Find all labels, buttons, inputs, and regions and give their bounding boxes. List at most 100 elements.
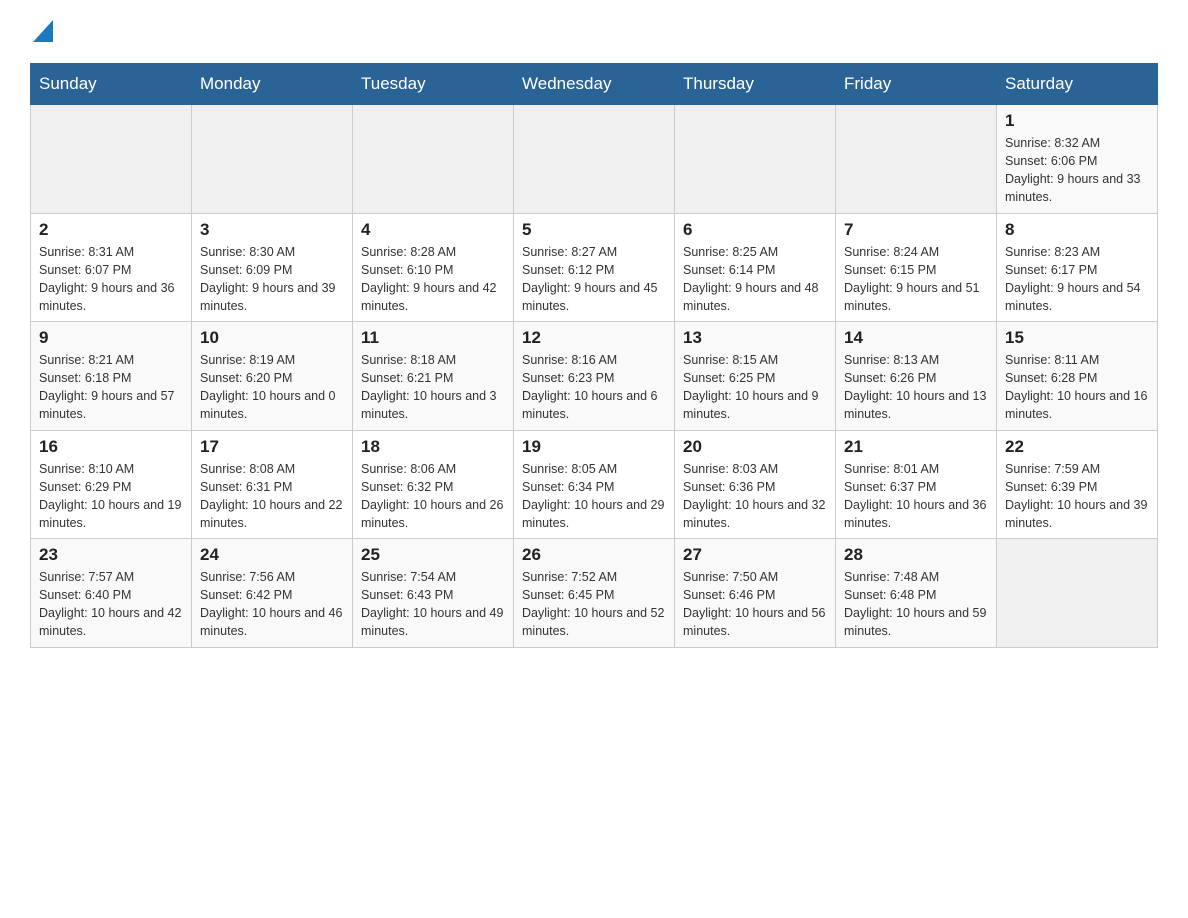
- day-number: 12: [522, 328, 666, 348]
- calendar-cell: [31, 105, 192, 214]
- calendar-header-saturday: Saturday: [997, 64, 1158, 105]
- calendar-cell: 16Sunrise: 8:10 AM Sunset: 6:29 PM Dayli…: [31, 430, 192, 539]
- calendar-cell: 15 Sunrise: 8:11 AM Sunset: 6:28 PM Dayli…: [997, 322, 1158, 431]
- day-info: Sunrise: 8:05 AM Sunset: 6:34 PM Dayligh…: [522, 460, 666, 533]
- calendar-cell: 12 Sunrise: 8:16 AM Sunset: 6:23 PM Dayli…: [514, 322, 675, 431]
- day-info: Sunrise: 8:19 AM Sunset: 6:20 PM Dayligh…: [200, 351, 344, 424]
- day-info: Sunrise: 8:03 AM Sunset: 6:36 PM Dayligh…: [683, 460, 827, 533]
- calendar-header-monday: Monday: [192, 64, 353, 105]
- calendar-cell: 8Sunrise: 8:23 AM Sunset: 6:17 PM Daylig…: [997, 213, 1158, 322]
- calendar-cell: 6 Sunrise: 8:25 AM Sunset: 6:14 PM Daylig…: [675, 213, 836, 322]
- day-info: Sunrise: 8:10 AM Sunset: 6:29 PM Dayligh…: [39, 460, 183, 533]
- day-info: Sunrise: 8:27 AM Sunset: 6:12 PM Dayligh…: [522, 243, 666, 316]
- calendar-week-row: 1 Sunrise: 8:32 AM Sunset: 6:06 PM Daylig…: [31, 105, 1158, 214]
- day-number: 9: [39, 328, 183, 348]
- calendar-cell: 10 Sunrise: 8:19 AM Sunset: 6:20 PM Dayli…: [192, 322, 353, 431]
- calendar-cell: 9 Sunrise: 8:21 AM Sunset: 6:18 PM Daylig…: [31, 322, 192, 431]
- calendar-cell: 1 Sunrise: 8:32 AM Sunset: 6:06 PM Daylig…: [997, 105, 1158, 214]
- calendar-week-row: 2 Sunrise: 8:31 AM Sunset: 6:07 PM Daylig…: [31, 213, 1158, 322]
- calendar-cell: 18 Sunrise: 8:06 AM Sunset: 6:32 PM Dayli…: [353, 430, 514, 539]
- day-info: Sunrise: 8:13 AM Sunset: 6:26 PM Dayligh…: [844, 351, 988, 424]
- calendar-header-wednesday: Wednesday: [514, 64, 675, 105]
- day-info: Sunrise: 8:08 AM Sunset: 6:31 PM Dayligh…: [200, 460, 344, 533]
- calendar-cell: [192, 105, 353, 214]
- day-number: 24: [200, 545, 344, 565]
- calendar-cell: 2 Sunrise: 8:31 AM Sunset: 6:07 PM Daylig…: [31, 213, 192, 322]
- day-info: Sunrise: 7:59 AM Sunset: 6:39 PM Dayligh…: [1005, 460, 1149, 533]
- day-info: Sunrise: 7:57 AM Sunset: 6:40 PM Dayligh…: [39, 568, 183, 641]
- calendar-cell: 4 Sunrise: 8:28 AM Sunset: 6:10 PM Daylig…: [353, 213, 514, 322]
- day-info: Sunrise: 8:28 AM Sunset: 6:10 PM Dayligh…: [361, 243, 505, 316]
- logo-triangle-icon: [33, 20, 53, 47]
- logo: [30, 20, 62, 43]
- day-number: 27: [683, 545, 827, 565]
- calendar-header-friday: Friday: [836, 64, 997, 105]
- calendar-cell: 3 Sunrise: 8:30 AM Sunset: 6:09 PM Daylig…: [192, 213, 353, 322]
- day-number: 2: [39, 220, 183, 240]
- day-info: Sunrise: 7:48 AM Sunset: 6:48 PM Dayligh…: [844, 568, 988, 641]
- day-number: 3: [200, 220, 344, 240]
- day-number: 28: [844, 545, 988, 565]
- day-info: Sunrise: 7:52 AM Sunset: 6:45 PM Dayligh…: [522, 568, 666, 641]
- calendar-cell: 28 Sunrise: 7:48 AM Sunset: 6:48 PM Dayli…: [836, 539, 997, 648]
- calendar-cell: 25 Sunrise: 7:54 AM Sunset: 6:43 PM Dayli…: [353, 539, 514, 648]
- day-number: 18: [361, 437, 505, 457]
- day-info: Sunrise: 8:32 AM Sunset: 6:06 PM Dayligh…: [1005, 134, 1149, 207]
- day-info: Sunrise: 7:50 AM Sunset: 6:46 PM Dayligh…: [683, 568, 827, 641]
- calendar-cell: 21 Sunrise: 8:01 AM Sunset: 6:37 PM Dayli…: [836, 430, 997, 539]
- day-info: Sunrise: 8:15 AM Sunset: 6:25 PM Dayligh…: [683, 351, 827, 424]
- day-info: Sunrise: 7:56 AM Sunset: 6:42 PM Dayligh…: [200, 568, 344, 641]
- calendar-table: SundayMondayTuesdayWednesdayThursdayFrid…: [30, 63, 1158, 648]
- day-number: 14: [844, 328, 988, 348]
- day-number: 1: [1005, 111, 1149, 131]
- calendar-week-row: 23 Sunrise: 7:57 AM Sunset: 6:40 PM Dayli…: [31, 539, 1158, 648]
- calendar-header-thursday: Thursday: [675, 64, 836, 105]
- day-info: Sunrise: 8:21 AM Sunset: 6:18 PM Dayligh…: [39, 351, 183, 424]
- day-info: Sunrise: 8:24 AM Sunset: 6:15 PM Dayligh…: [844, 243, 988, 316]
- calendar-cell: 11 Sunrise: 8:18 AM Sunset: 6:21 PM Dayli…: [353, 322, 514, 431]
- day-number: 25: [361, 545, 505, 565]
- page-header: [30, 20, 1158, 43]
- day-info: Sunrise: 8:25 AM Sunset: 6:14 PM Dayligh…: [683, 243, 827, 316]
- day-info: Sunrise: 8:11 AM Sunset: 6:28 PM Dayligh…: [1005, 351, 1149, 424]
- day-number: 22: [1005, 437, 1149, 457]
- calendar-cell: 17Sunrise: 8:08 AM Sunset: 6:31 PM Dayli…: [192, 430, 353, 539]
- day-info: Sunrise: 8:01 AM Sunset: 6:37 PM Dayligh…: [844, 460, 988, 533]
- day-number: 5: [522, 220, 666, 240]
- day-number: 26: [522, 545, 666, 565]
- day-number: 21: [844, 437, 988, 457]
- day-info: Sunrise: 8:06 AM Sunset: 6:32 PM Dayligh…: [361, 460, 505, 533]
- day-number: 7: [844, 220, 988, 240]
- calendar-header-tuesday: Tuesday: [353, 64, 514, 105]
- calendar-week-row: 16Sunrise: 8:10 AM Sunset: 6:29 PM Dayli…: [31, 430, 1158, 539]
- calendar-cell: [514, 105, 675, 214]
- day-number: 15: [1005, 328, 1149, 348]
- day-number: 6: [683, 220, 827, 240]
- calendar-cell: 14 Sunrise: 8:13 AM Sunset: 6:26 PM Dayli…: [836, 322, 997, 431]
- day-info: Sunrise: 8:31 AM Sunset: 6:07 PM Dayligh…: [39, 243, 183, 316]
- calendar-cell: 24 Sunrise: 7:56 AM Sunset: 6:42 PM Dayli…: [192, 539, 353, 648]
- day-info: Sunrise: 8:23 AM Sunset: 6:17 PM Dayligh…: [1005, 243, 1149, 316]
- calendar-cell: [353, 105, 514, 214]
- day-info: Sunrise: 8:18 AM Sunset: 6:21 PM Dayligh…: [361, 351, 505, 424]
- day-info: Sunrise: 8:30 AM Sunset: 6:09 PM Dayligh…: [200, 243, 344, 316]
- day-number: 4: [361, 220, 505, 240]
- calendar-cell: 22 Sunrise: 7:59 AM Sunset: 6:39 PM Dayli…: [997, 430, 1158, 539]
- calendar-cell: 23 Sunrise: 7:57 AM Sunset: 6:40 PM Dayli…: [31, 539, 192, 648]
- calendar-cell: 5 Sunrise: 8:27 AM Sunset: 6:12 PM Daylig…: [514, 213, 675, 322]
- day-number: 23: [39, 545, 183, 565]
- calendar-cell: 13 Sunrise: 8:15 AM Sunset: 6:25 PM Dayli…: [675, 322, 836, 431]
- calendar-cell: 20 Sunrise: 8:03 AM Sunset: 6:36 PM Dayli…: [675, 430, 836, 539]
- day-number: 20: [683, 437, 827, 457]
- calendar-cell: [675, 105, 836, 214]
- calendar-cell: [836, 105, 997, 214]
- day-info: Sunrise: 7:54 AM Sunset: 6:43 PM Dayligh…: [361, 568, 505, 641]
- day-number: 11: [361, 328, 505, 348]
- calendar-header-row: SundayMondayTuesdayWednesdayThursdayFrid…: [31, 64, 1158, 105]
- day-info: Sunrise: 8:16 AM Sunset: 6:23 PM Dayligh…: [522, 351, 666, 424]
- calendar-cell: 7 Sunrise: 8:24 AM Sunset: 6:15 PM Daylig…: [836, 213, 997, 322]
- calendar-cell: 27 Sunrise: 7:50 AM Sunset: 6:46 PM Dayli…: [675, 539, 836, 648]
- calendar-cell: [997, 539, 1158, 648]
- day-number: 10: [200, 328, 344, 348]
- day-number: 13: [683, 328, 827, 348]
